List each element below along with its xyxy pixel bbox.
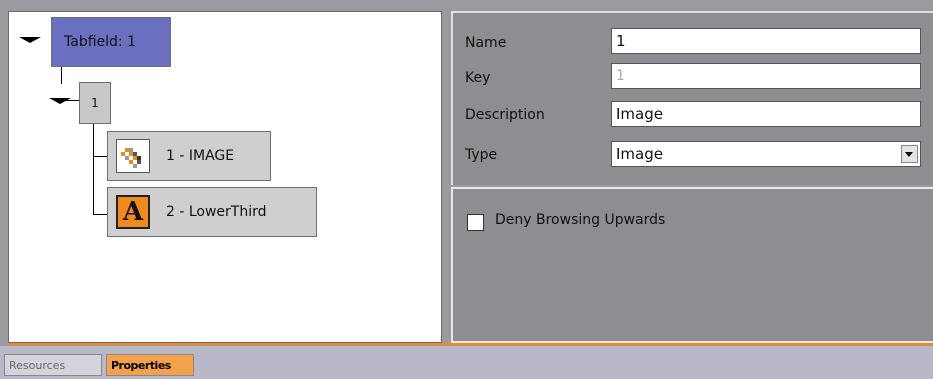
- type-select[interactable]: Image: [611, 141, 921, 167]
- deny-browsing-checkbox[interactable]: [467, 214, 484, 231]
- tree-connector: [93, 124, 94, 215]
- tab-properties[interactable]: Properties: [106, 354, 194, 376]
- description-field[interactable]: Image: [611, 101, 921, 127]
- tree-node-root-label: Tabfield: 1: [64, 34, 136, 50]
- tab-resources[interactable]: Resources: [4, 354, 102, 376]
- description-label: Description: [465, 107, 545, 123]
- key-label: Key: [465, 70, 491, 86]
- name-field[interactable]: 1: [611, 28, 921, 54]
- image-icon: [116, 139, 150, 173]
- lower-third-icon: A: [116, 195, 150, 229]
- tree-node-lowerthird[interactable]: A 2 - LowerThird: [107, 187, 317, 237]
- tree-node-image-label: 1 - IMAGE: [166, 148, 235, 164]
- name-label: Name: [465, 35, 507, 51]
- tree-node-image[interactable]: 1 - IMAGE: [107, 131, 271, 181]
- type-label: Type: [465, 147, 498, 163]
- tree-node-child[interactable]: 1: [79, 82, 111, 124]
- collapse-arrow-icon[interactable]: [19, 37, 41, 43]
- tree-node-child-label: 1: [91, 96, 99, 110]
- key-field: 1: [611, 63, 921, 89]
- options-panel: Deny Browsing Upwards: [451, 187, 933, 343]
- tree-connector: [93, 156, 107, 157]
- collapse-arrow-icon[interactable]: [49, 98, 71, 104]
- tree-connector: [93, 214, 107, 215]
- type-select-value: Image: [616, 145, 663, 163]
- properties-panel: Name 1 Key 1 Description Image Type Imag…: [451, 11, 933, 185]
- deny-browsing-label: Deny Browsing Upwards: [495, 212, 666, 228]
- chevron-down-icon[interactable]: [901, 145, 918, 163]
- tree-node-lowerthird-label: 2 - LowerThird: [166, 204, 267, 220]
- tree-node-root[interactable]: Tabfield: 1: [51, 17, 171, 67]
- tree-panel: Tabfield: 1 1 1 - IMAGE A 2 - LowerThird: [8, 11, 442, 343]
- bottom-tabbar: Resources Properties: [0, 346, 933, 379]
